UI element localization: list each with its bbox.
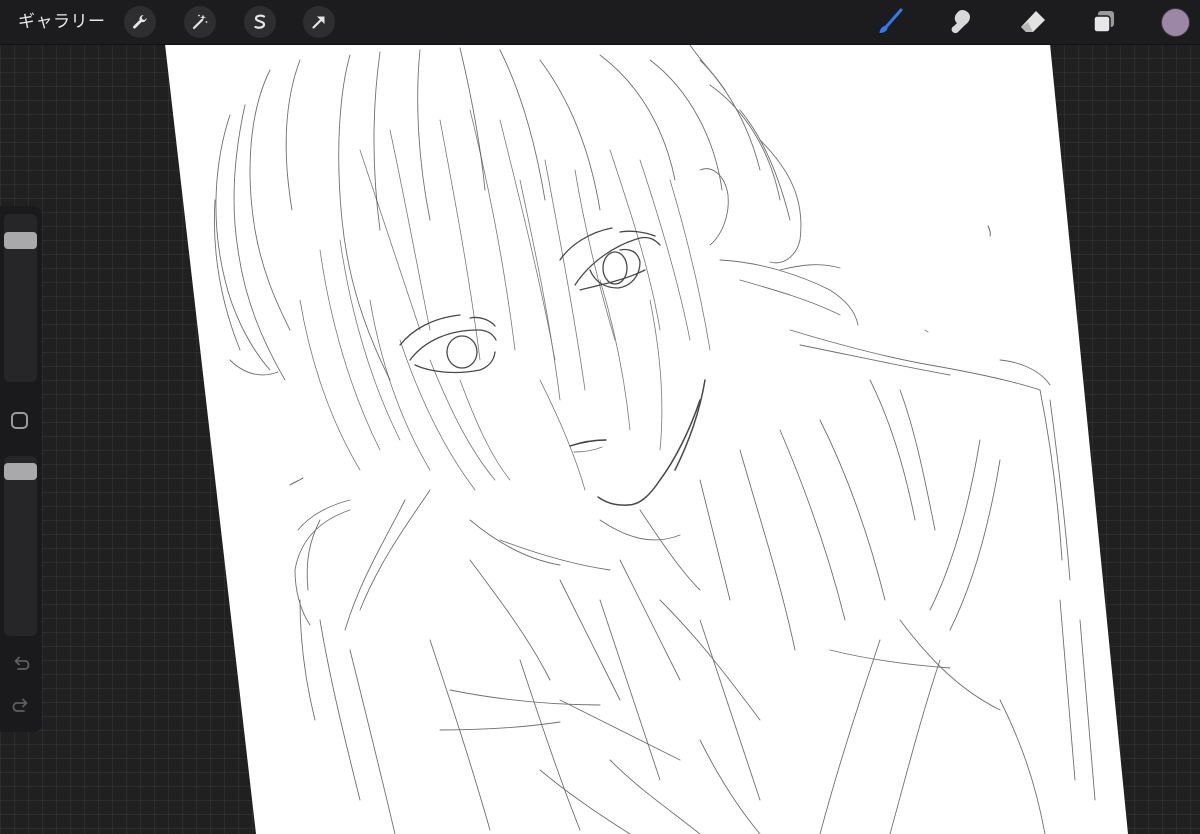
canvas-svg[interactable] xyxy=(0,0,1200,834)
brush-icon xyxy=(879,8,903,33)
gallery-button[interactable]: ギャラリー xyxy=(18,10,106,34)
brush-tool[interactable] xyxy=(873,6,907,38)
top-toolbar: ギャラリー xyxy=(0,0,1200,45)
magic-wand-icon xyxy=(192,14,208,30)
procreate-app: ギャラリー xyxy=(0,0,1200,834)
layers-icon xyxy=(1093,11,1114,33)
smudge-finger-icon xyxy=(951,10,970,34)
redo-arrow-icon xyxy=(12,698,28,712)
undo-arrow-icon xyxy=(14,656,30,670)
color-picker-swatch[interactable] xyxy=(1162,9,1189,36)
selection-button[interactable] xyxy=(244,6,276,38)
opacity-thumb[interactable] xyxy=(4,463,37,480)
arrow-cursor-icon xyxy=(312,16,325,29)
left-sidebar xyxy=(0,206,42,732)
adjustments-button[interactable] xyxy=(184,6,216,38)
layers-tool[interactable] xyxy=(1087,6,1121,38)
smudge-tool[interactable] xyxy=(944,6,978,38)
modify-square-icon[interactable] xyxy=(11,412,28,429)
opacity-slider[interactable] xyxy=(4,456,37,636)
redo-button[interactable] xyxy=(10,694,32,716)
eraser-tool[interactable] xyxy=(1016,6,1050,38)
actions-button[interactable] xyxy=(124,6,156,38)
drawing-canvas[interactable] xyxy=(0,0,1200,834)
transform-button[interactable] xyxy=(303,6,335,38)
brush-size-slider[interactable] xyxy=(4,214,37,382)
brush-size-thumb[interactable] xyxy=(4,232,37,249)
wrench-icon xyxy=(133,14,147,29)
undo-button[interactable] xyxy=(10,652,32,674)
canvas-paper[interactable] xyxy=(165,44,1128,834)
selection-s-icon xyxy=(254,14,266,29)
eraser-icon xyxy=(1021,11,1045,32)
